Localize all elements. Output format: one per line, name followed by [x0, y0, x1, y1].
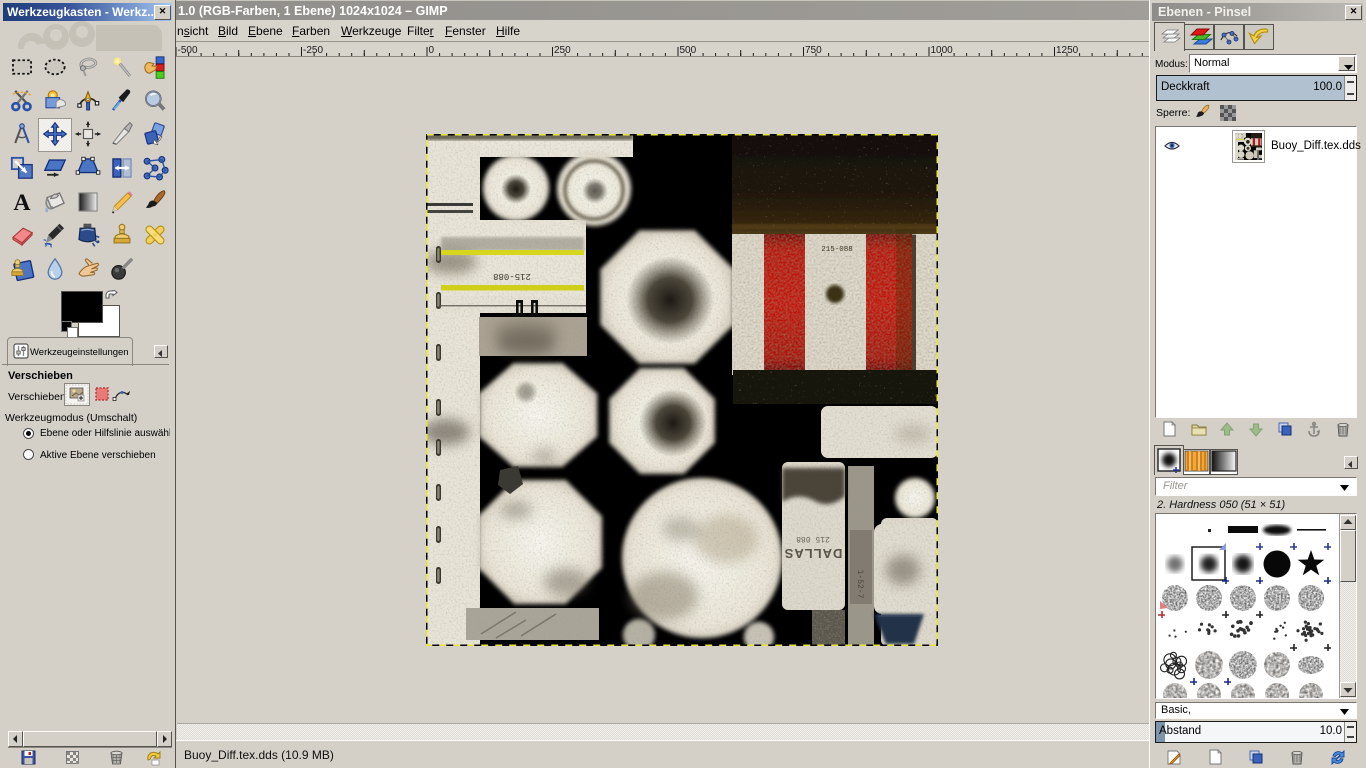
svg-text:500: 500	[680, 45, 697, 56]
svg-text:1000: 1000	[931, 45, 954, 56]
svg-text:DALLAS: DALLAS	[784, 546, 843, 561]
svg-text:215 088: 215 088	[796, 534, 830, 543]
svg-text:0: 0	[429, 45, 435, 56]
svg-text:250: 250	[554, 45, 571, 56]
svg-text:1-52-7: 1-52-7	[855, 570, 864, 599]
svg-text:215-088: 215-088	[493, 271, 531, 281]
svg-text:A: A	[13, 190, 30, 216]
svg-text:750: 750	[805, 45, 822, 56]
svg-text:-250: -250	[303, 45, 323, 56]
svg-text:-500: -500	[178, 45, 198, 56]
svg-text:1250: 1250	[1056, 45, 1079, 56]
svg-text:215-088: 215-088	[821, 246, 853, 254]
